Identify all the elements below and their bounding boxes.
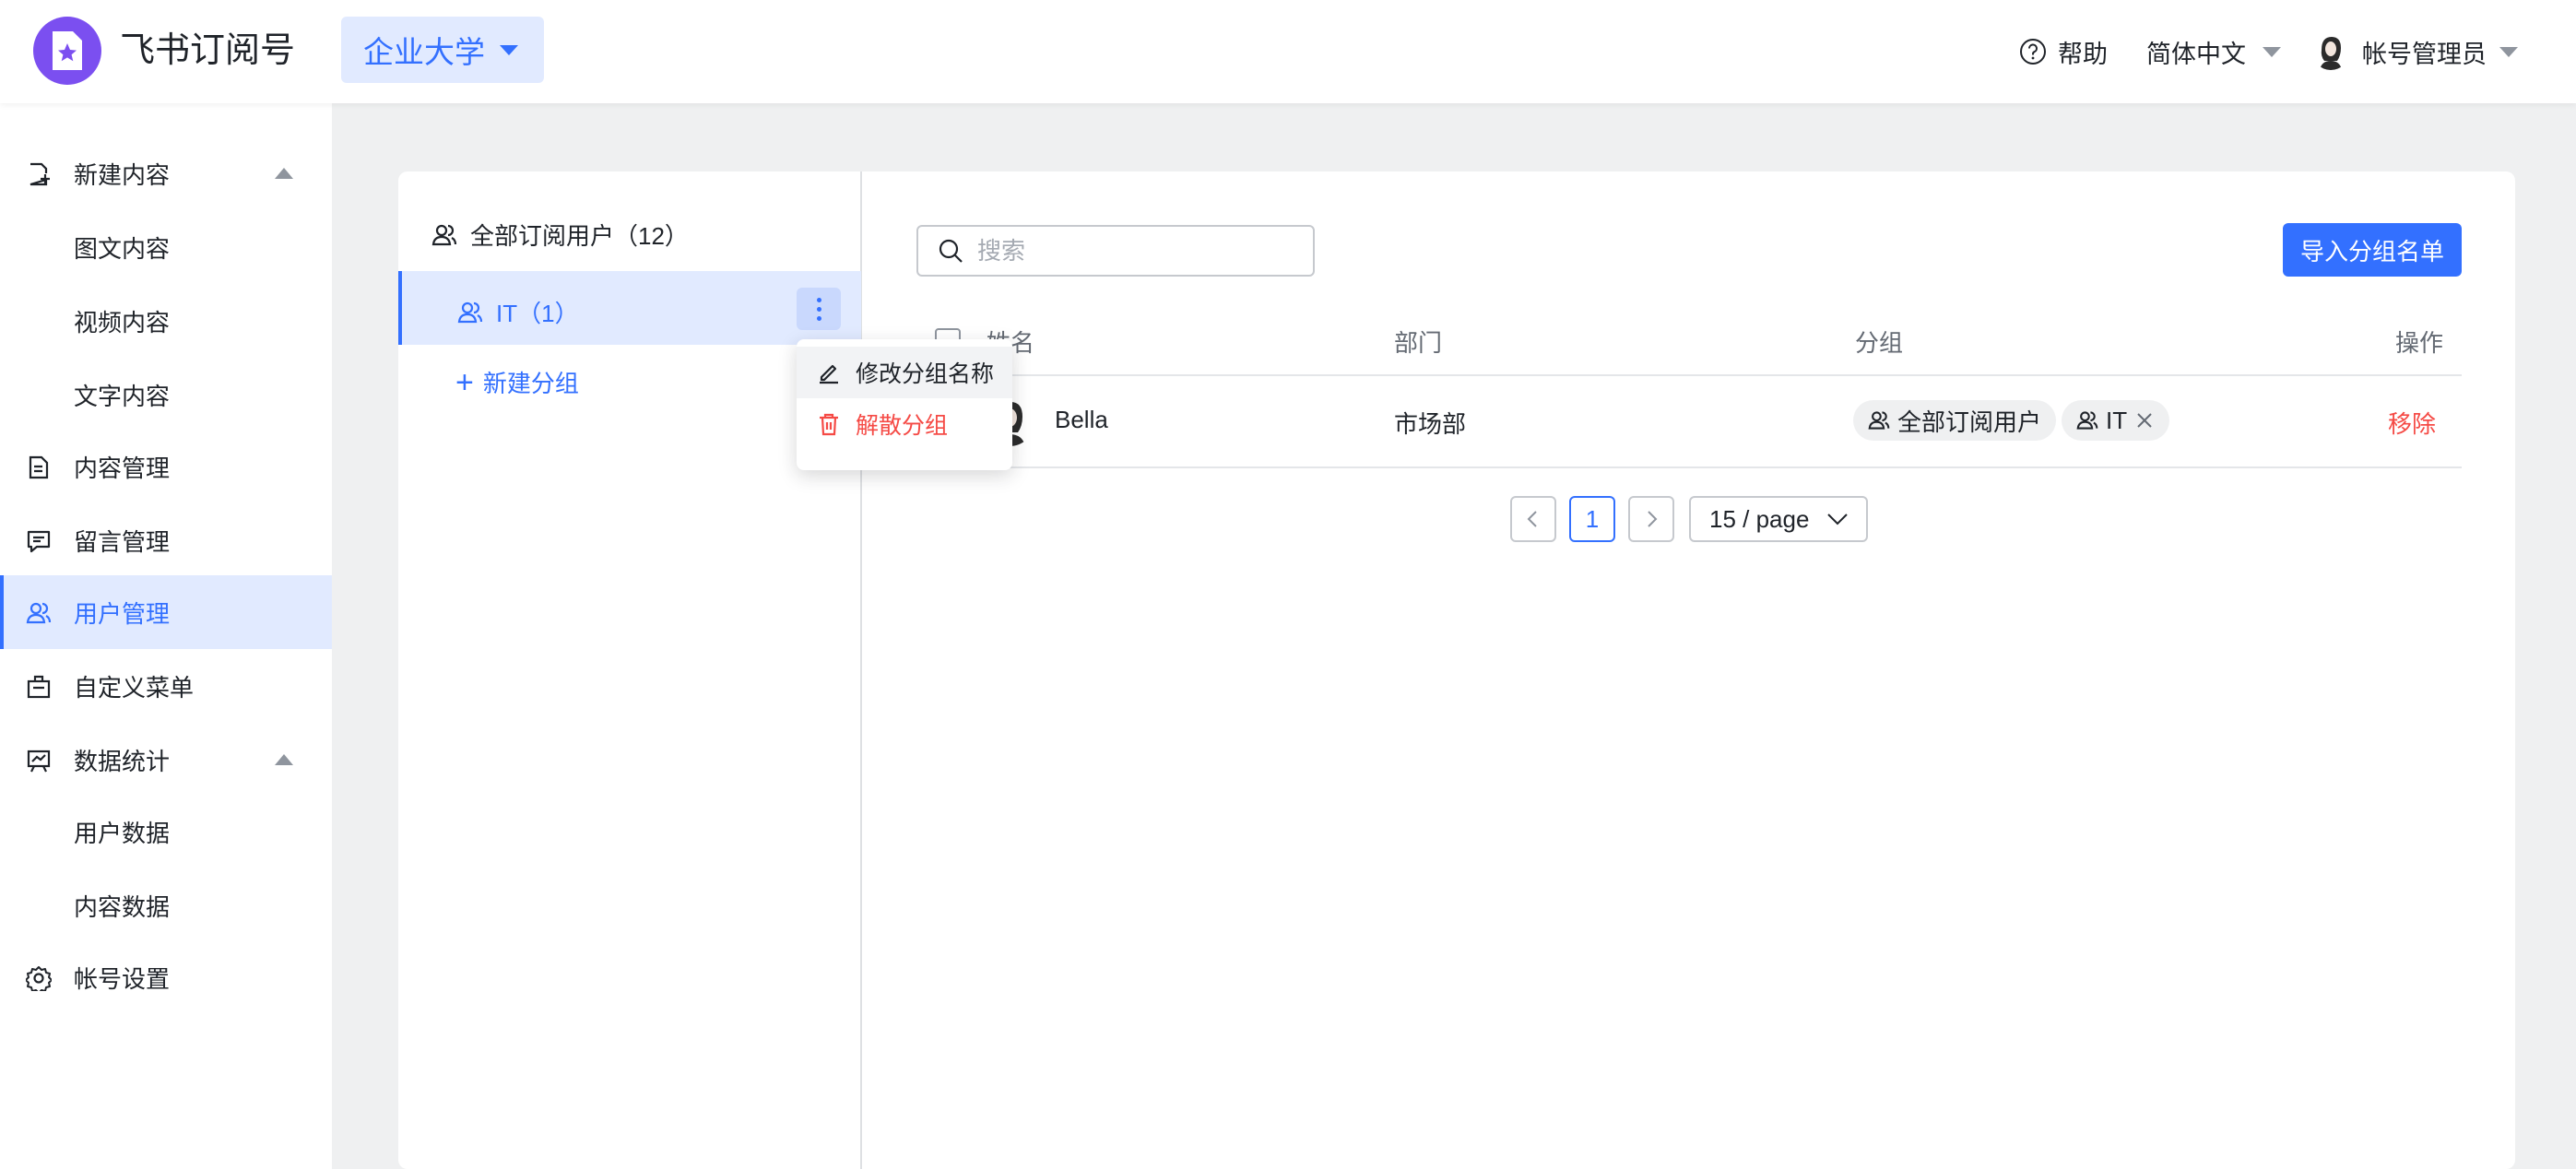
sidebar-item-rich-content[interactable]: 图文内容 — [0, 210, 332, 284]
group-list-panel: 全部订阅用户（12） IT（1） + 新建分组 — [398, 171, 862, 1169]
sidebar-item-user-data[interactable]: 用户数据 — [0, 795, 332, 868]
users-icon — [2076, 411, 2098, 430]
search-field[interactable] — [916, 225, 1315, 277]
more-dot-icon — [816, 306, 821, 312]
close-icon[interactable] — [2134, 410, 2155, 431]
next-page-button[interactable] — [1628, 496, 1674, 542]
main-card: 全部订阅用户（12） IT（1） + 新建分组 — [398, 171, 2515, 1169]
workspace-selector[interactable]: 企业大学 — [341, 17, 544, 83]
menu-icon — [27, 675, 51, 699]
users-icon — [1868, 411, 1890, 430]
gear-icon — [26, 966, 52, 991]
caret-up-icon — [275, 168, 293, 179]
sidebar-item-label: 文字内容 — [74, 382, 171, 410]
sidebar-item-label: 自定义菜单 — [74, 673, 195, 702]
new-group-button[interactable]: + 新建分组 — [455, 365, 579, 399]
sidebar-item-label: 内容管理 — [74, 454, 171, 482]
plus-icon: + — [455, 364, 474, 400]
sidebar-item-label: 用户管理 — [74, 599, 171, 628]
user-menu[interactable]: 帐号管理员 — [2312, 0, 2518, 103]
users-icon — [431, 224, 457, 245]
app-title: 飞书订阅号 — [120, 31, 296, 70]
edit-icon — [820, 364, 838, 384]
caret-down-icon — [2499, 46, 2518, 57]
user-name: 帐号管理员 — [2362, 40, 2487, 68]
rename-group-item[interactable]: 修改分组名称 — [797, 347, 1012, 398]
avatar — [2312, 33, 2349, 70]
help-label: 帮助 — [2058, 40, 2108, 68]
sidebar-item-label: 新建内容 — [74, 160, 171, 189]
sidebar-item-content-data[interactable]: 内容数据 — [0, 868, 332, 942]
sidebar-item-content-management[interactable]: 内容管理 — [0, 430, 332, 503]
workspace-label: 企业大学 — [363, 35, 485, 69]
more-dot-icon — [816, 297, 821, 302]
group-tag-it: IT — [2062, 400, 2170, 441]
language-label: 简体中文 — [2146, 40, 2246, 68]
page-size-select[interactable]: 15 / page — [1689, 496, 1868, 542]
language-selector[interactable]: 简体中文 — [2146, 0, 2281, 103]
help-link[interactable]: 帮助 — [2019, 0, 2108, 103]
users-icon — [26, 602, 52, 624]
cell-department: 市场部 — [1394, 410, 1467, 438]
sidebar-item-video-content[interactable]: 视频内容 — [0, 284, 332, 358]
sidebar-item-label: 视频内容 — [74, 308, 171, 337]
more-options-button[interactable] — [797, 288, 841, 330]
dissolve-group-item[interactable]: 解散分组 — [797, 398, 1012, 450]
sidebar-item-label: 图文内容 — [74, 234, 171, 263]
sidebar-item-text-content[interactable]: 文字内容 — [0, 358, 332, 431]
new-group-label: 新建分组 — [482, 370, 579, 397]
tag-label: 全部订阅用户 — [1897, 407, 2042, 436]
sidebar-item-label: 内容数据 — [74, 892, 171, 921]
group-item-all[interactable]: 全部订阅用户（12） — [431, 218, 689, 252]
dissolve-label: 解散分组 — [856, 413, 949, 439]
search-input[interactable] — [977, 236, 1291, 266]
sidebar-item-custom-menu[interactable]: 自定义菜单 — [0, 649, 332, 723]
file-add-icon — [30, 162, 50, 186]
sidebar-item-statistics[interactable]: 数据统计 — [0, 723, 332, 797]
chevron-down-icon — [1827, 514, 1849, 525]
sidebar-item-account-settings[interactable]: 帐号设置 — [0, 940, 332, 1014]
comment-icon — [27, 530, 51, 553]
top-header: 飞书订阅号 企业大学 帮助 简体中文 帐号管理员 — [0, 0, 2576, 103]
chevron-left-icon — [1527, 511, 1537, 527]
column-header-action: 操作 — [2395, 329, 2444, 357]
users-icon — [457, 301, 483, 323]
sidebar-item-comment-management[interactable]: 留言管理 — [0, 503, 332, 577]
help-icon — [2020, 39, 2046, 65]
search-icon — [939, 239, 963, 263]
sidebar-item-user-management[interactable]: 用户管理 — [0, 575, 332, 649]
remove-user-link[interactable]: 移除 — [2388, 406, 2436, 440]
sidebar-item-label: 数据统计 — [74, 747, 171, 775]
page-number-button[interactable]: 1 — [1569, 496, 1615, 542]
group-options-menu: 修改分组名称 解散分组 — [797, 339, 1012, 470]
page-size-label: 15 / page — [1709, 504, 1810, 533]
column-header-department: 部门 — [1394, 329, 1443, 357]
chart-icon — [27, 750, 51, 773]
table-header-divider — [916, 374, 2462, 376]
cell-name: Bella — [1055, 406, 1108, 433]
more-dot-icon — [816, 315, 821, 321]
group-item-it[interactable]: IT（1） — [398, 271, 861, 345]
group-it-label: IT（1） — [496, 300, 579, 327]
caret-down-icon — [500, 44, 518, 55]
sidebar-item-new-content[interactable]: 新建内容 — [0, 136, 332, 210]
trash-icon — [820, 413, 838, 436]
table-row-divider — [916, 466, 2462, 468]
sidebar-item-label: 留言管理 — [74, 527, 171, 556]
column-header-group: 分组 — [1855, 329, 1904, 357]
sidebar-item-label: 帐号设置 — [74, 964, 171, 993]
sidebar: 新建内容 图文内容 视频内容 文字内容 内容管理 留言管理 用户管理 自定义菜单… — [0, 103, 332, 1169]
sidebar-item-label: 用户数据 — [74, 819, 171, 847]
prev-page-button[interactable] — [1510, 496, 1556, 542]
tag-label: IT — [2106, 406, 2128, 434]
group-tag-all: 全部订阅用户 — [1853, 400, 2057, 441]
caret-up-icon — [275, 754, 293, 765]
document-icon — [29, 455, 49, 479]
import-group-list-button[interactable]: 导入分组名单 — [2283, 223, 2462, 277]
group-all-label: 全部订阅用户（12） — [470, 222, 689, 250]
caret-down-icon — [2263, 46, 2281, 57]
rename-label: 修改分组名称 — [856, 361, 995, 387]
app-logo-icon — [33, 17, 101, 85]
chevron-right-icon — [1648, 511, 1658, 527]
